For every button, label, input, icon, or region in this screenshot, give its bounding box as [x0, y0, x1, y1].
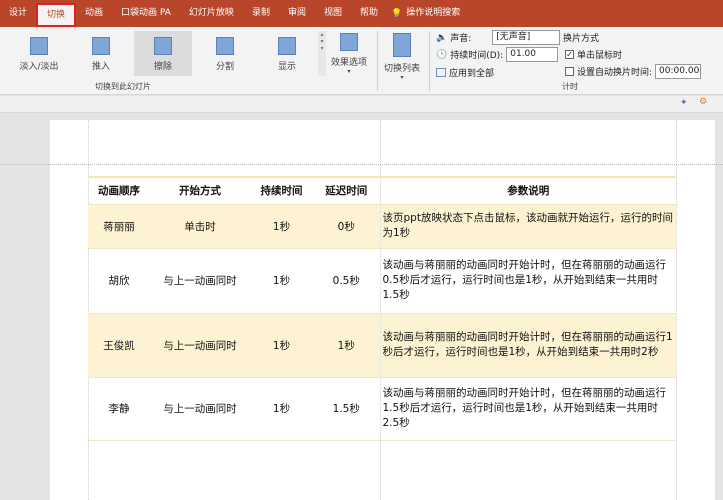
- checkbox[interactable]: [565, 67, 574, 76]
- cell: 李静: [88, 377, 150, 441]
- on-click-checkbox[interactable]: ✓ 单击鼠标时: [565, 48, 622, 61]
- label: 持续时间(D):: [450, 51, 504, 61]
- tab-transitions[interactable]: 切换: [36, 3, 77, 27]
- table-row: 李静 与上一动画同时 1秒 1.5秒 该动画与蒋丽丽的动画同时开始计时，但在蒋丽丽的动画…: [88, 377, 676, 441]
- cell: 1秒: [250, 313, 313, 378]
- header-cell: 动画顺序: [88, 176, 150, 205]
- guide-line: [676, 120, 677, 500]
- label: 推入: [91, 62, 110, 72]
- addin-icon[interactable]: ✦: [680, 98, 688, 108]
- label: 分割: [215, 62, 234, 72]
- table-row: 胡欣 与上一动画同时 1秒 0.5秒 该动画与蒋丽丽的动画同时开始计时，但在蒋丽丽的动画…: [88, 248, 676, 314]
- effect-options-icon: [340, 33, 358, 51]
- transition-reveal[interactable]: 显示: [258, 31, 316, 76]
- cell: 1秒: [313, 313, 380, 378]
- tell-me-search[interactable]: 操作说明搜索: [402, 0, 469, 27]
- table-header: 动画顺序 开始方式 持续时间 延迟时间 参数说明: [88, 176, 676, 205]
- tab-record[interactable]: 录制: [243, 0, 279, 27]
- tab-review[interactable]: 审阅: [279, 0, 315, 27]
- cell: 王俊凯: [88, 313, 150, 378]
- label: 设置自动换片时间:: [577, 68, 653, 78]
- wipe-icon: [154, 37, 172, 55]
- duration-input[interactable]: 01.00: [506, 47, 559, 62]
- cell: 与上一动画同时: [150, 377, 250, 441]
- ribbon: 淡入/淡出 推入 擦除 分割 显示 ▴ ▾ ▾ 效果选项 ▾ 切换到此幻灯片 切换列表…: [0, 27, 723, 95]
- cell: 0秒: [313, 204, 380, 249]
- cell: 蒋丽丽: [88, 204, 150, 249]
- cell: 该动画与蒋丽丽的动画同时开始计时，但在蒋丽丽的动画运行0.5秒后才运行，运行时间…: [379, 248, 676, 314]
- sound-select[interactable]: [无声音]: [492, 30, 561, 45]
- checkbox[interactable]: ✓: [565, 50, 574, 59]
- tab-design[interactable]: 设计: [0, 0, 36, 27]
- lightbulb-icon: 💡: [391, 8, 403, 19]
- cell: 1秒: [250, 204, 313, 249]
- transition-wipe[interactable]: 擦除: [134, 31, 192, 76]
- tab-animations[interactable]: 动画: [76, 0, 112, 27]
- clock-icon: 🕒: [436, 49, 448, 60]
- apply-all-icon: [436, 68, 446, 77]
- cell: 该页ppt放映状态下点击鼠标，该动画就开始运行，运行的时间为1秒: [379, 204, 676, 249]
- cell: 该动画与蒋丽丽的动画同时开始计时，但在蒋丽丽的动画运行1秒后才运行，运行时间也是…: [379, 313, 676, 378]
- auto-after-checkbox[interactable]: 设置自动换片时间: 00:00.00: [565, 64, 702, 79]
- tab-view[interactable]: 视图: [315, 0, 351, 27]
- table-row: 王俊凯 与上一动画同时 1秒 1秒 该动画与蒋丽丽的动画同时开始计时，但在蒋丽丽的动画运…: [88, 313, 676, 378]
- header-cell: 开始方式: [150, 176, 250, 205]
- switch-list-button[interactable]: 切换列表 ▾: [380, 31, 424, 81]
- label: 声音:: [450, 34, 472, 44]
- label: 显示: [277, 62, 296, 72]
- header-cell: 参数说明: [379, 176, 676, 205]
- sound-icon: 🔈: [436, 32, 448, 43]
- fade-icon: [30, 37, 48, 55]
- cell: 与上一动画同时: [150, 313, 250, 378]
- ribbon-tabs: 设计 切换 动画 口袋动画 PA 幻灯片放映 录制 审阅 视图 帮助 💡 操作说…: [0, 0, 723, 27]
- guide-line: [0, 164, 723, 165]
- duration-row: 🕒 持续时间(D): 01.00: [436, 47, 559, 62]
- apply-all-button[interactable]: 应用到全部: [436, 66, 494, 79]
- effect-options-button[interactable]: 效果选项 ▾: [328, 31, 370, 76]
- settings-icon[interactable]: ⚙: [699, 97, 707, 107]
- cell: 单击时: [150, 204, 250, 249]
- auto-after-input[interactable]: 00:00.00: [655, 64, 702, 79]
- transition-fade[interactable]: 淡入/淡出: [10, 31, 68, 76]
- label: 淡入/淡出: [19, 62, 59, 72]
- label: 单击鼠标时: [577, 51, 623, 61]
- table-row: 蒋丽丽 单击时 1秒 0秒 该页ppt放映状态下点击鼠标，该动画就开始运行，运行的时间为…: [88, 204, 676, 249]
- group-label-transition: 切换到此幻灯片: [95, 82, 151, 91]
- label: 擦除: [153, 62, 172, 72]
- cell: 1秒: [250, 248, 313, 314]
- transition-push[interactable]: 推入: [72, 31, 130, 76]
- secondary-toolbar: ✦ ⚙: [0, 96, 723, 113]
- group-label-timing: 计时: [562, 82, 578, 91]
- label: 切换列表: [383, 64, 420, 74]
- switch-list-icon: [393, 33, 411, 57]
- tab-slideshow[interactable]: 幻灯片放映: [180, 0, 243, 27]
- header-cell: 延迟时间: [313, 176, 380, 205]
- split-icon: [216, 37, 234, 55]
- cell: 该动画与蒋丽丽的动画同时开始计时，但在蒋丽丽的动画运行1.5秒后才运行，运行时间…: [379, 377, 676, 441]
- animation-table[interactable]: 动画顺序 开始方式 持续时间 延迟时间 参数说明 蒋丽丽 单击时 1秒 0秒 该页ppt…: [88, 176, 676, 441]
- tab-pocket-animation[interactable]: 口袋动画 PA: [112, 0, 180, 27]
- gallery-scroll[interactable]: ▴ ▾ ▾: [318, 31, 326, 76]
- cell: 胡欣: [88, 248, 150, 314]
- push-icon: [92, 37, 110, 55]
- header-cell: 持续时间: [250, 176, 313, 205]
- sound-row: 🔈 声音: [无声音]: [436, 30, 561, 45]
- cell: 1秒: [250, 377, 313, 441]
- transition-split[interactable]: 分割: [196, 31, 254, 76]
- advance-title: 换片方式: [563, 34, 600, 44]
- label: 效果选项: [330, 58, 367, 68]
- reveal-icon: [278, 37, 296, 55]
- cell: 0.5秒: [313, 248, 380, 314]
- cell: 与上一动画同时: [150, 248, 250, 314]
- cell: 1.5秒: [313, 377, 380, 441]
- label: 应用到全部: [449, 69, 495, 79]
- tab-help[interactable]: 帮助: [351, 0, 387, 27]
